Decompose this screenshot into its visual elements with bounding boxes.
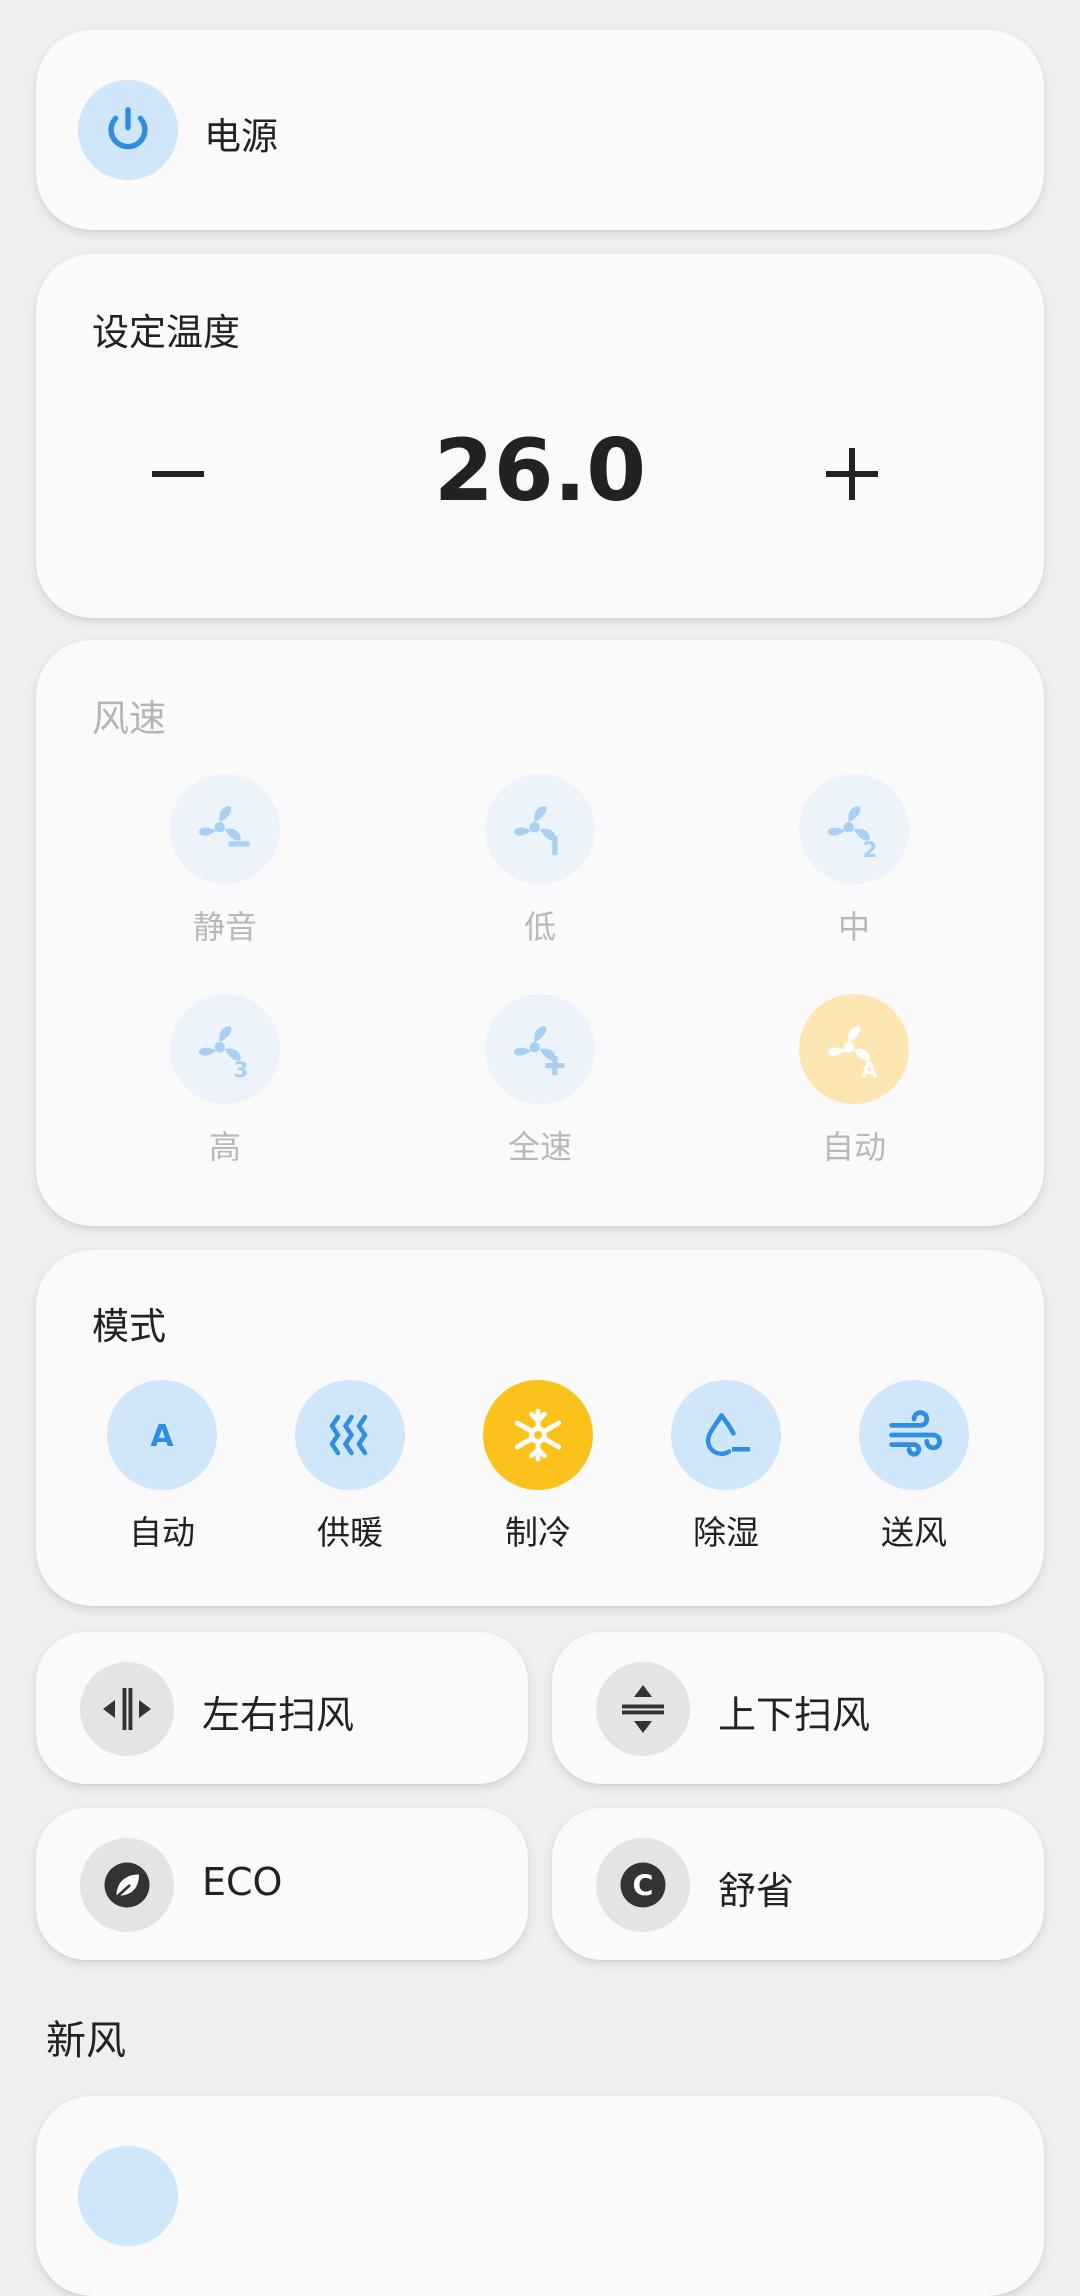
- swing-vertical-button[interactable]: 上下扫风: [552, 1632, 1044, 1784]
- svg-text:A: A: [861, 1058, 878, 1082]
- swing-vertical-label: 上下扫风: [718, 1693, 871, 1737]
- fan-high-label: 高: [208, 1128, 241, 1166]
- mode-heat-label: 供暖: [317, 1513, 383, 1552]
- mode-cool-label: 制冷: [505, 1513, 571, 1552]
- mode-heat[interactable]: 供暖: [270, 1380, 430, 1554]
- fan-speed-medium[interactable]: 2 中: [754, 774, 954, 948]
- leaf-icon: [80, 1838, 174, 1932]
- mode-title: 模式: [92, 1305, 166, 1348]
- swing-horizontal-label: 左右扫风: [202, 1693, 355, 1737]
- fan-medium-label: 中: [837, 908, 870, 946]
- fan-silent-label: 静音: [192, 908, 257, 946]
- mode-cool[interactable]: 制冷: [458, 1380, 618, 1554]
- fan-speed-auto[interactable]: A 自动: [754, 994, 954, 1168]
- fan-low-icon: [485, 774, 595, 884]
- fan-speed-high[interactable]: 3 高: [125, 994, 325, 1168]
- mode-auto[interactable]: A 自动: [82, 1380, 242, 1554]
- temperature-title: 设定温度: [92, 311, 240, 354]
- fan-auto-label: 自动: [821, 1128, 886, 1166]
- svg-text:A: A: [150, 1419, 174, 1454]
- snowflake-icon: [483, 1380, 593, 1490]
- fan-full-icon: [485, 994, 595, 1104]
- mode-card: 模式 A 自动 供暖 制冷 除湿 送风: [36, 1250, 1044, 1606]
- droplet-icon: [671, 1380, 781, 1490]
- fresh-air-title: 新风: [46, 2018, 126, 2064]
- swing-vertical-icon: [596, 1662, 690, 1756]
- svg-text:3: 3: [234, 1058, 249, 1082]
- fan-speed-low[interactable]: 低: [440, 774, 640, 948]
- fan-speed-silent[interactable]: 静音: [125, 774, 325, 948]
- fan-full-label: 全速: [507, 1128, 572, 1166]
- mode-auto-label: 自动: [129, 1513, 195, 1552]
- eco-label: ECO: [202, 1860, 283, 1904]
- fan-low-label: 低: [523, 908, 556, 946]
- mode-fan[interactable]: 送风: [834, 1380, 994, 1554]
- fan-speed-title: 风速: [92, 697, 166, 740]
- temperature-card: 设定温度 26.0: [36, 254, 1044, 618]
- plus-icon: [826, 448, 878, 500]
- auto-icon: A: [107, 1380, 217, 1490]
- fan-auto-icon: A: [799, 994, 909, 1104]
- comfort-button[interactable]: C 舒省: [552, 1808, 1044, 1960]
- mode-dry[interactable]: 除湿: [646, 1380, 806, 1554]
- eco-button[interactable]: ECO: [36, 1808, 528, 1960]
- fan-silent-icon: [170, 774, 280, 884]
- power-card: 电源: [36, 30, 1044, 230]
- swing-horizontal-icon: [80, 1662, 174, 1756]
- power-button[interactable]: [78, 80, 178, 180]
- power-label: 电源: [204, 115, 278, 158]
- fresh-air-icon[interactable]: [78, 2146, 178, 2246]
- wind-icon: [859, 1380, 969, 1490]
- fresh-air-card: [36, 2096, 1044, 2296]
- power-icon: [108, 107, 148, 150]
- heat-icon: [295, 1380, 405, 1490]
- swing-horizontal-button[interactable]: 左右扫风: [36, 1632, 528, 1784]
- temperature-increase-button[interactable]: [792, 414, 912, 534]
- svg-text:2: 2: [863, 838, 878, 862]
- fan-medium-icon: 2: [799, 774, 909, 884]
- mode-fan-label: 送风: [881, 1513, 947, 1552]
- svg-text:C: C: [633, 1870, 654, 1903]
- mode-dry-label: 除湿: [693, 1513, 759, 1552]
- c-letter-icon: C: [596, 1838, 690, 1932]
- comfort-label: 舒省: [718, 1869, 795, 1913]
- fan-speed-full[interactable]: 全速: [440, 994, 640, 1168]
- fan-high-icon: 3: [170, 994, 280, 1104]
- fan-speed-card: 风速 静音 低 2 中 3 高 全速 A 自动: [36, 640, 1044, 1226]
